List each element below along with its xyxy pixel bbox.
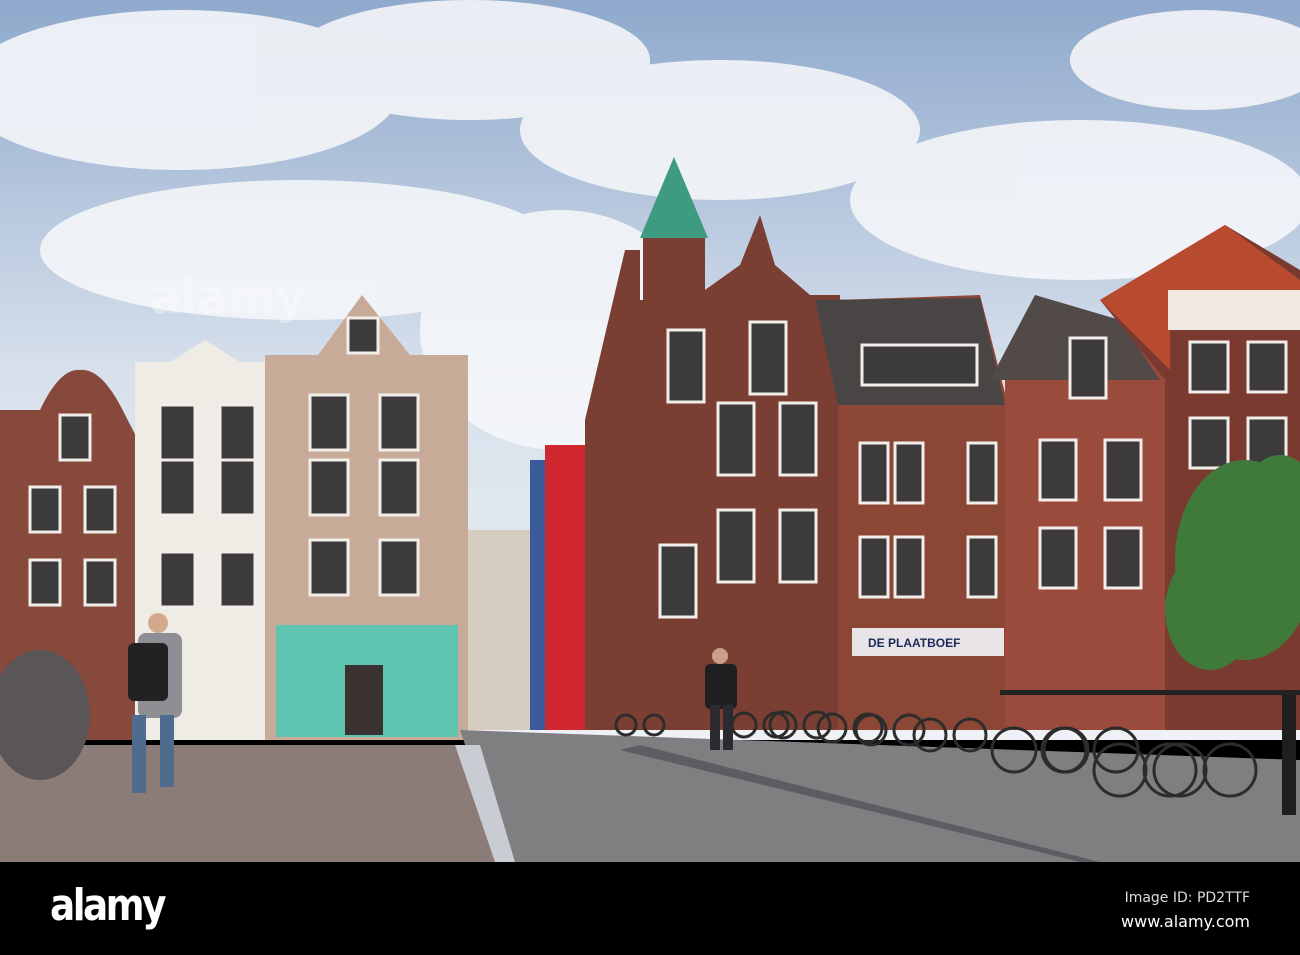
alamy-logo: alamy (50, 880, 166, 931)
window (346, 316, 380, 355)
shop-door (345, 665, 383, 735)
window (28, 485, 62, 534)
window (1038, 438, 1078, 502)
window (1103, 438, 1143, 502)
road-left (0, 745, 505, 862)
window (1188, 416, 1230, 470)
window (158, 550, 197, 609)
window (716, 508, 756, 584)
window (778, 508, 818, 584)
window (158, 458, 197, 517)
window (308, 458, 350, 517)
cornice-far-right (1168, 290, 1300, 330)
window (966, 535, 998, 599)
window (218, 550, 257, 609)
window (893, 441, 925, 505)
window (966, 441, 998, 505)
window (658, 543, 698, 619)
window (1103, 526, 1143, 590)
watermark-overlay: alamy (150, 270, 306, 324)
window (748, 320, 788, 396)
scaffold-red (545, 445, 588, 730)
tower (643, 235, 705, 305)
window (218, 458, 257, 517)
bollard (1282, 695, 1296, 815)
window (893, 535, 925, 599)
site-url: www.alamy.com (1121, 912, 1250, 931)
street-photo: DE PLAATBOEF (0, 0, 1300, 862)
window (666, 328, 706, 404)
window (58, 413, 92, 462)
window (218, 403, 257, 462)
window (860, 343, 979, 387)
window (378, 458, 420, 517)
window (378, 393, 420, 452)
window (1246, 340, 1288, 394)
shop-sign: DE PLAATBOEF (868, 636, 960, 650)
window (378, 538, 420, 597)
window (308, 393, 350, 452)
window (716, 401, 756, 477)
window (158, 403, 197, 462)
window (1068, 336, 1108, 400)
railing (1000, 690, 1300, 695)
window (83, 485, 117, 534)
window (858, 441, 890, 505)
window (1038, 526, 1078, 590)
window (858, 535, 890, 599)
window (778, 401, 818, 477)
window (1188, 340, 1230, 394)
image-id: Image ID: PD2TTF (1124, 890, 1250, 906)
window (308, 538, 350, 597)
watermark-bar: alamy Image ID: PD2TTF www.alamy.com (0, 862, 1300, 955)
window (83, 558, 117, 607)
window (28, 558, 62, 607)
